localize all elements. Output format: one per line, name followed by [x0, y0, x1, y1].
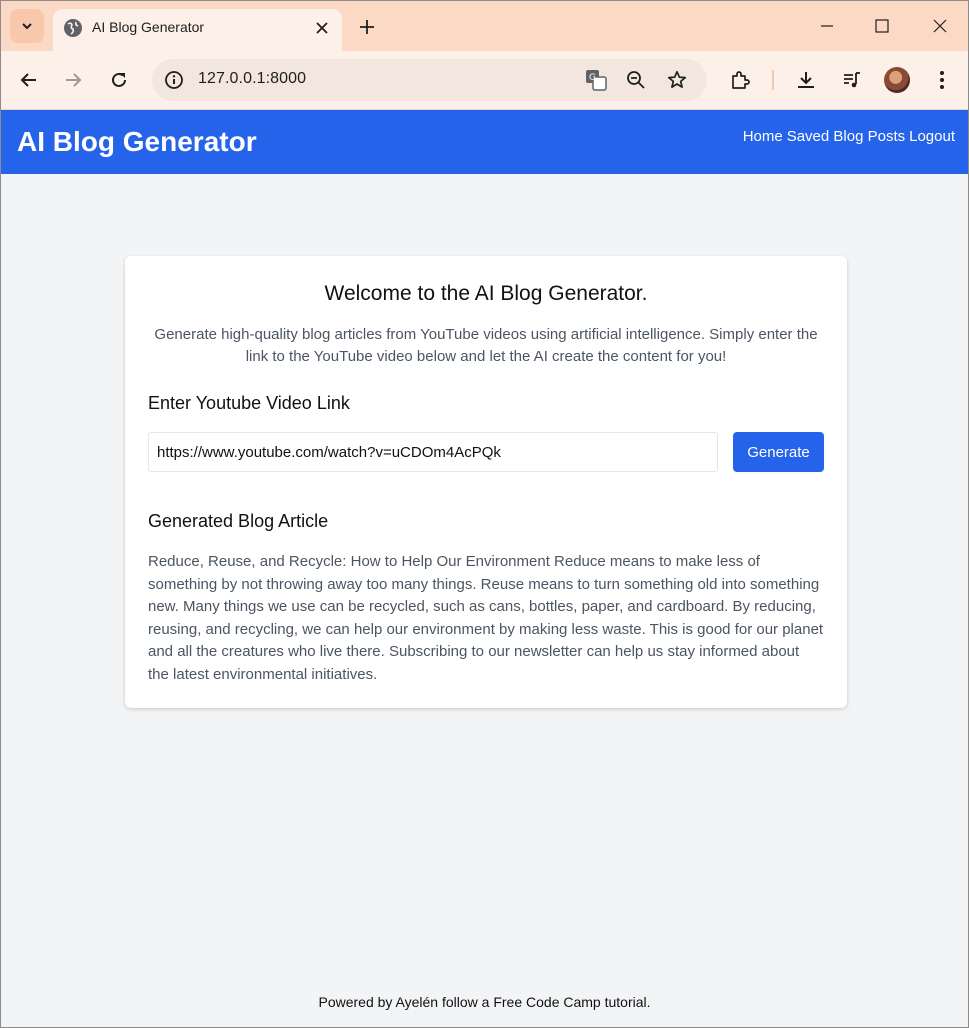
- active-tab[interactable]: AI Blog Generator: [53, 9, 342, 51]
- tab-title: AI Blog Generator: [92, 19, 205, 35]
- maximize-button[interactable]: [853, 1, 911, 51]
- browser-toolbar: 127.0.0.1:8000 G: [1, 51, 968, 110]
- close-icon: [316, 22, 328, 34]
- downloads-button[interactable]: [790, 64, 822, 96]
- article-heading: Generated Blog Article: [148, 511, 329, 531]
- svg-text:G: G: [589, 73, 596, 83]
- media-icon: [844, 72, 860, 88]
- menu-icon: [940, 71, 944, 89]
- download-icon: [798, 72, 814, 88]
- minimize-button[interactable]: [798, 1, 856, 51]
- extensions-button[interactable]: [724, 64, 756, 96]
- nav-home-link[interactable]: Home: [743, 128, 783, 145]
- star-icon: [667, 70, 687, 88]
- forward-button[interactable]: [57, 64, 89, 96]
- close-icon: [933, 19, 947, 33]
- forward-icon: [66, 73, 82, 87]
- page-viewport: AI Blog Generator Home Saved Blog Posts …: [1, 110, 968, 1027]
- tab-close-button[interactable]: [310, 16, 334, 40]
- tab-strip: AI Blog Generator: [1, 1, 968, 51]
- welcome-heading: Welcome to the AI Blog Generator.: [324, 282, 648, 305]
- url-text[interactable]: 127.0.0.1:8000: [198, 70, 306, 88]
- plus-icon: [360, 20, 374, 34]
- reload-button[interactable]: [103, 64, 135, 96]
- generator-card: Welcome to the AI Blog Generator. Genera…: [125, 256, 847, 708]
- back-button[interactable]: [13, 64, 45, 96]
- browser-menu-button[interactable]: [926, 64, 958, 96]
- profile-avatar[interactable]: [884, 67, 910, 93]
- toolbar-separator: [772, 70, 774, 90]
- info-icon: [165, 71, 183, 89]
- back-icon: [20, 73, 36, 87]
- translate-button[interactable]: G: [584, 68, 608, 92]
- media-controls-button[interactable]: [836, 64, 868, 96]
- browser-window: AI Blog Generator 127.0.0.1:8000 G AI Bl…: [0, 0, 969, 1028]
- minimize-icon: [821, 25, 833, 27]
- translate-icon: G: [586, 70, 607, 91]
- window-close-button[interactable]: [911, 1, 968, 51]
- generate-button[interactable]: Generate: [733, 432, 824, 472]
- extensions-icon: [732, 71, 750, 89]
- tab-search-button[interactable]: [10, 9, 44, 43]
- generated-article-text: Reduce, Reuse, and Recycle: How to Help …: [148, 553, 824, 683]
- tab-search-icon: [22, 23, 32, 30]
- reload-icon: [112, 72, 126, 87]
- site-header: AI Blog Generator Home Saved Blog Posts …: [1, 110, 968, 174]
- zoom-button[interactable]: [624, 68, 648, 92]
- site-title: AI Blog Generator: [17, 126, 257, 157]
- site-info-button[interactable]: [162, 68, 186, 92]
- page-footer: Powered by Ayelén follow a Free Code Cam…: [318, 994, 651, 1010]
- new-tab-button[interactable]: [353, 13, 381, 41]
- maximize-icon: [875, 19, 889, 33]
- nav-logout-link[interactable]: Logout: [909, 128, 955, 145]
- globe-icon: [64, 19, 82, 37]
- address-bar[interactable]: 127.0.0.1:8000 G: [152, 59, 707, 101]
- zoom-out-icon: [627, 71, 645, 89]
- site-nav: Home Saved Blog Posts Logout: [743, 128, 955, 145]
- nav-saved-posts-link[interactable]: Saved Blog Posts: [787, 128, 905, 145]
- link-label: Enter Youtube Video Link: [148, 393, 350, 413]
- intro-text: Generate high-quality blog articles from…: [154, 326, 818, 365]
- youtube-link-input[interactable]: [148, 432, 718, 472]
- bookmark-button[interactable]: [665, 68, 689, 92]
